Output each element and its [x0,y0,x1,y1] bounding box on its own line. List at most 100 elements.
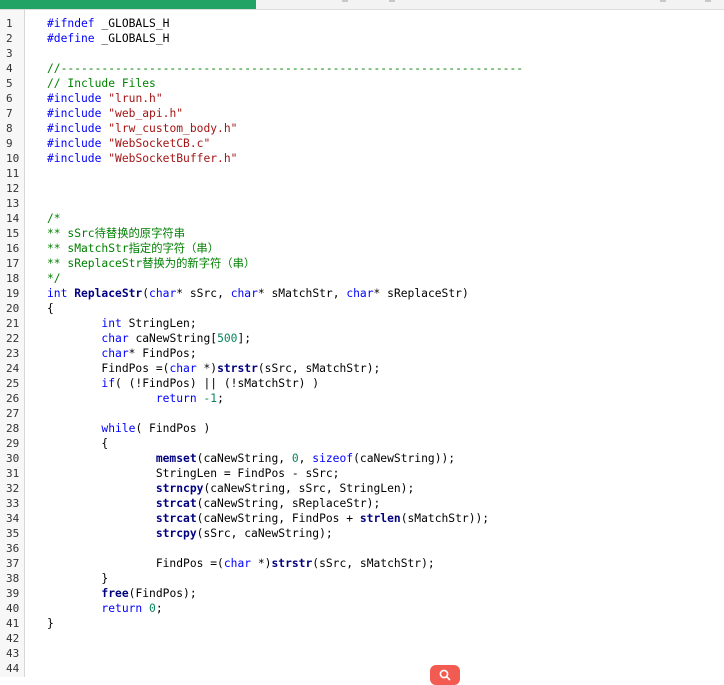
code-line[interactable]: 30 memset(caNewString, 0, sizeof(caNewSt… [0,451,724,466]
code-text: #include "WebSocketBuffer.h" [47,151,237,166]
code-line[interactable]: 15 ** sSrc待替换的原字符串 [0,226,724,241]
code-line[interactable]: 13 [0,196,724,211]
code-token: #include [47,122,102,135]
code-line[interactable]: 25 if( (!FindPos) || (!sMatchStr) ) [0,376,724,391]
code-text: memset(caNewString, 0, sizeof(caNewStrin… [47,451,455,466]
code-line[interactable]: 29 { [0,436,724,451]
tab-separator [660,0,666,2]
code-token: free [101,587,129,600]
code-token: "WebSocketBuffer.h" [108,152,238,165]
code-line[interactable]: 22 char caNewString[500]; [0,331,724,346]
code-line[interactable]: 5 // Include Files [0,76,724,91]
code-line[interactable]: 18 */ [0,271,724,286]
tab-separator [342,0,348,2]
code-text: #include "web_api.h" [47,106,183,121]
line-number: 24 [6,362,20,375]
code-token: int [47,287,68,300]
code-text: StringLen = FindPos - sSrc; [47,466,340,481]
code-line[interactable]: 3 [0,46,724,61]
code-line[interactable]: 32 strncpy(caNewString, sSrc, StringLen)… [0,481,724,496]
code-text: char caNewString[500]; [47,331,251,346]
code-line[interactable]: 26 return -1; [0,391,724,406]
code-line[interactable]: 6 #include "lrun.h" [0,91,724,106]
code-token: ** sMatchStr指定的字符（串） [47,242,219,255]
line-number: 28 [6,422,20,435]
code-line[interactable]: 38 } [0,571,724,586]
code-line[interactable]: 21 int StringLen; [0,316,724,331]
code-token: StringLen; [121,317,197,330]
line-number: 7 [6,107,13,120]
code-line[interactable]: 28 while( FindPos ) [0,421,724,436]
code-text: return 0; [47,601,163,616]
code-text: { [47,436,108,451]
code-token: ; [155,602,163,615]
code-line[interactable]: 16 ** sMatchStr指定的字符（串） [0,241,724,256]
code-line[interactable]: 11 [0,166,724,181]
code-line[interactable]: 36 [0,541,724,556]
code-editor[interactable]: 1 #ifndef _GLOBALS_H 2 #define _GLOBALS_H 3 4… [0,10,724,677]
line-number: 38 [6,572,20,585]
code-token: } [47,617,54,630]
code-line[interactable]: 33 strcat(caNewString, sReplaceStr); [0,496,724,511]
line-number: 30 [6,452,20,465]
code-text: FindPos =(char *)strstr(sSrc, sMatchStr)… [47,361,380,376]
code-token: sizeof [312,452,354,465]
code-line[interactable]: 8 #include "lrw_custom_body.h" [0,121,724,136]
code-line[interactable]: 10 #include "WebSocketBuffer.h" [0,151,724,166]
code-token: (caNewString, sReplaceStr); [196,497,381,510]
line-number: 39 [6,587,20,600]
code-line[interactable]: 1 #ifndef _GLOBALS_H [0,16,724,31]
code-token: FindPos =( [47,362,170,375]
code-token: #define [47,32,95,45]
code-line[interactable]: 19 int ReplaceStr(char* sSrc, char* sMatc… [0,286,724,301]
code-line[interactable]: 7 #include "web_api.h" [0,106,724,121]
code-text: } [47,616,54,631]
line-number: 27 [6,407,20,420]
floating-action-button[interactable] [430,665,460,685]
code-line[interactable]: 41} [0,616,724,631]
code-line[interactable]: 17 ** sReplaceStr替换为的新字符（串） [0,256,724,271]
active-tab-strip[interactable] [0,0,256,9]
code-token: char [101,332,129,345]
code-line[interactable]: 37 FindPos =(char *)strstr(sSrc, sMatchS… [0,556,724,571]
code-text: { [47,301,54,316]
line-number: 43 [6,647,20,660]
code-line[interactable]: 34 strcat(caNewString, FindPos + strlen(… [0,511,724,526]
code-token: char [149,287,177,300]
code-line[interactable]: 31 StringLen = FindPos - sSrc; [0,466,724,481]
code-line[interactable]: 9 #include "WebSocketCB.c" [0,136,724,151]
code-token: (sSrc, caNewString); [196,527,333,540]
code-line[interactable]: 2 #define _GLOBALS_H [0,31,724,46]
code-line[interactable]: 27 [0,406,724,421]
code-token: 0 [149,602,156,615]
code-line[interactable]: 39 free(FindPos); [0,586,724,601]
code-line[interactable]: 4 //-------------------------------------… [0,61,724,76]
code-token: return [101,602,143,615]
code-token: (caNewString)); [353,452,456,465]
code-line[interactable]: 12 [0,181,724,196]
code-line[interactable]: 43 [0,646,724,661]
line-number: 6 [6,92,13,105]
code-token: #include [47,92,102,105]
code-token: ( FindPos ) [135,422,211,435]
code-line[interactable]: 14 /* [0,211,724,226]
code-token: StringLen = FindPos - sSrc; [47,467,340,480]
code-line[interactable]: 35 strcpy(sSrc, caNewString); [0,526,724,541]
code-line[interactable]: 44 [0,661,724,676]
code-line[interactable]: 42 [0,631,724,646]
code-line[interactable]: 20 { [0,301,724,316]
code-token: // Include Files [47,77,156,90]
code-text: if( (!FindPos) || (!sMatchStr) ) [47,376,319,391]
code-line[interactable]: 24 FindPos =(char *)strstr(sSrc, sMatchS… [0,361,724,376]
code-token: char [101,347,129,360]
code-token: * sSrc, [176,287,231,300]
line-number: 12 [6,182,20,195]
code-line[interactable]: 23 char* FindPos; [0,346,724,361]
code-line[interactable]: 40 return 0; [0,601,724,616]
